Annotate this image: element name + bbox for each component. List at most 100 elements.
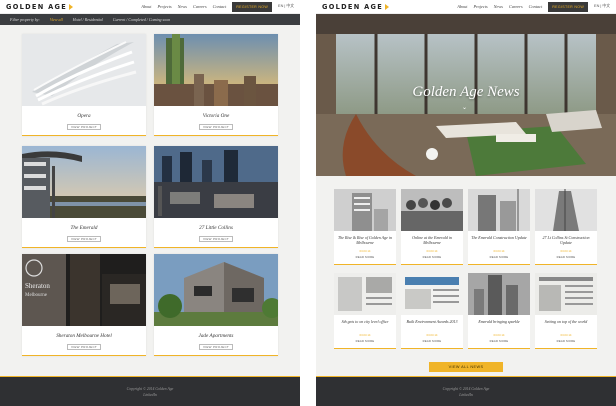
project-name: Opera bbox=[77, 113, 91, 119]
news-title: The Rise & Rise of Golden Age in Melbour… bbox=[337, 235, 393, 245]
filter-view-all[interactable]: View all bbox=[50, 17, 63, 22]
logo[interactable]: GOLDEN AGE bbox=[322, 3, 390, 11]
accent-bar bbox=[154, 246, 278, 248]
news-title: 27 Lt Collins St Construction Update bbox=[542, 235, 590, 245]
nav-projects[interactable]: Projects bbox=[473, 4, 487, 9]
project-name: 27 Little Collins bbox=[199, 225, 233, 231]
project-card[interactable]: The Emerald VIEW PROJECT bbox=[22, 146, 146, 248]
news-card[interactable]: Setting on top of the world 03.03.14 REA… bbox=[535, 273, 597, 349]
news-card[interactable]: The Emerald Construction Update 03.03.14… bbox=[468, 189, 530, 265]
filter-label: Filter property by: bbox=[10, 17, 40, 22]
news-date: 03.03.14 bbox=[426, 333, 438, 337]
accent-bar bbox=[535, 263, 597, 265]
project-name: The Emerald bbox=[70, 225, 98, 231]
news-date: 03.03.14 bbox=[560, 249, 572, 253]
project-card[interactable]: Jade Apartments VIEW PROJECT bbox=[154, 254, 278, 356]
language-switch[interactable]: EN | 中文 bbox=[278, 4, 294, 9]
accent-bar bbox=[154, 354, 278, 356]
nav-contact[interactable]: Contact bbox=[529, 4, 543, 9]
news-title: Setting on top of the world bbox=[544, 319, 588, 324]
news-card[interactable]: 27 Lt Collins St Construction Update 03.… bbox=[535, 189, 597, 265]
view-project-button[interactable]: VIEW PROJECT bbox=[199, 124, 233, 130]
project-image bbox=[154, 34, 278, 106]
register-now-button[interactable]: REGISTER NOW bbox=[232, 1, 273, 12]
footer: Copyright © 2014 Golden Age LinkedIn bbox=[0, 376, 300, 406]
logo-text: GOLDEN AGE bbox=[6, 2, 68, 11]
chevron-down-icon[interactable]: ⌄ bbox=[462, 104, 467, 111]
accent-bar bbox=[22, 134, 146, 136]
filter-status[interactable]: Current / Completed / Coming soon bbox=[113, 17, 170, 22]
read-more-link[interactable]: READ MORE bbox=[334, 339, 396, 343]
read-more-link[interactable]: READ MORE bbox=[401, 255, 463, 259]
news-image bbox=[468, 189, 530, 231]
main-menu: About Projects News Careers Contact REGI… bbox=[457, 1, 610, 12]
linkedin-link[interactable]: LinkedIn bbox=[0, 392, 300, 398]
nav-about[interactable]: About bbox=[457, 4, 467, 9]
news-card[interactable]: Online at the Emerald in Melbourne 03.03… bbox=[401, 189, 463, 265]
news-title: Sth gets to on city level office bbox=[341, 319, 389, 324]
project-image bbox=[154, 146, 278, 218]
nav-contact[interactable]: Contact bbox=[213, 4, 227, 9]
news-date: 03.03.14 bbox=[560, 333, 572, 337]
read-more-link[interactable]: READ MORE bbox=[334, 255, 396, 259]
read-more-link[interactable]: READ MORE bbox=[535, 339, 597, 343]
news-image bbox=[334, 189, 396, 231]
project-card[interactable]: 27 Little Collins VIEW PROJECT bbox=[154, 146, 278, 248]
read-more-link[interactable]: READ MORE bbox=[468, 255, 530, 259]
news-card[interactable]: The Rise & Rise of Golden Age in Melbour… bbox=[334, 189, 396, 265]
nav-careers[interactable]: Careers bbox=[193, 4, 207, 9]
accent-bar bbox=[22, 354, 146, 356]
news-card[interactable]: Sth gets to on city level office 03.03.1… bbox=[334, 273, 396, 349]
read-more-link[interactable]: READ MORE bbox=[401, 339, 463, 343]
nav-about[interactable]: About bbox=[141, 4, 151, 9]
nav-projects[interactable]: Projects bbox=[157, 4, 171, 9]
view-project-button[interactable]: VIEW PROJECT bbox=[199, 344, 233, 350]
nav-news[interactable]: News bbox=[494, 4, 503, 9]
news-title: The Emerald Construction Update bbox=[471, 235, 527, 240]
accent-bar bbox=[535, 347, 597, 349]
news-title: Built Environment Awards 2013 bbox=[406, 319, 458, 324]
news-image bbox=[334, 273, 396, 315]
nav-careers[interactable]: Careers bbox=[509, 4, 523, 9]
project-image bbox=[22, 34, 146, 106]
project-image bbox=[154, 254, 278, 326]
project-card[interactable]: Opera VIEW PROJECT bbox=[22, 34, 146, 136]
footer: Copyright © 2014 Golden Age LinkedIn bbox=[316, 376, 616, 406]
accent-bar bbox=[468, 263, 530, 265]
view-project-button[interactable]: VIEW PROJECT bbox=[199, 236, 233, 242]
accent-bar bbox=[401, 263, 463, 265]
view-project-button[interactable]: VIEW PROJECT bbox=[67, 236, 101, 242]
project-image bbox=[22, 146, 146, 218]
view-project-button[interactable]: VIEW PROJECT bbox=[67, 124, 101, 130]
linkedin-link[interactable]: LinkedIn bbox=[316, 392, 616, 398]
view-project-button[interactable]: VIEW PROJECT bbox=[67, 344, 101, 350]
filter-hotel-residential[interactable]: Hotel / Residential bbox=[73, 17, 103, 22]
news-card[interactable]: Built Environment Awards 2013 03.03.14 R… bbox=[401, 273, 463, 349]
news-image bbox=[468, 273, 530, 315]
language-switch[interactable]: EN | 中文 bbox=[594, 4, 610, 9]
news-title: Emerald bringing sparkle bbox=[478, 319, 520, 324]
svg-text:Sheraton: Sheraton bbox=[25, 282, 50, 290]
project-card[interactable]: Victoria One VIEW PROJECT bbox=[154, 34, 278, 136]
news-date: 03.03.14 bbox=[426, 249, 438, 253]
screenshot: GOLDEN AGE About Projects News Careers C… bbox=[0, 0, 616, 406]
news-image bbox=[401, 273, 463, 315]
projects-page: GOLDEN AGE About Projects News Careers C… bbox=[0, 0, 300, 406]
project-name: Jade Apartments bbox=[198, 333, 234, 339]
project-card[interactable]: Sheraton Melbourne Sheraton Melbourne Ho… bbox=[22, 254, 146, 356]
register-now-button[interactable]: REGISTER NOW bbox=[548, 1, 589, 12]
news-image bbox=[401, 189, 463, 231]
read-more-link[interactable]: READ MORE bbox=[535, 255, 597, 259]
accent-bar bbox=[22, 246, 146, 248]
accent-bar bbox=[468, 347, 530, 349]
read-more-link[interactable]: READ MORE bbox=[468, 339, 530, 343]
news-card[interactable]: Emerald bringing sparkle 03.03.14 READ M… bbox=[468, 273, 530, 349]
news-date: 03.03.14 bbox=[359, 249, 371, 253]
view-all-news-button[interactable]: VIEW ALL NEWS bbox=[429, 362, 503, 372]
logo[interactable]: GOLDEN AGE bbox=[6, 2, 74, 11]
project-name: Sheraton Melbourne Hotel bbox=[56, 333, 112, 339]
nav-news[interactable]: News bbox=[178, 4, 187, 9]
news-page: GOLDEN AGE About Projects News Careers C… bbox=[316, 0, 616, 406]
news-image bbox=[535, 273, 597, 315]
main-menu: About Projects News Careers Contact REGI… bbox=[141, 1, 294, 12]
